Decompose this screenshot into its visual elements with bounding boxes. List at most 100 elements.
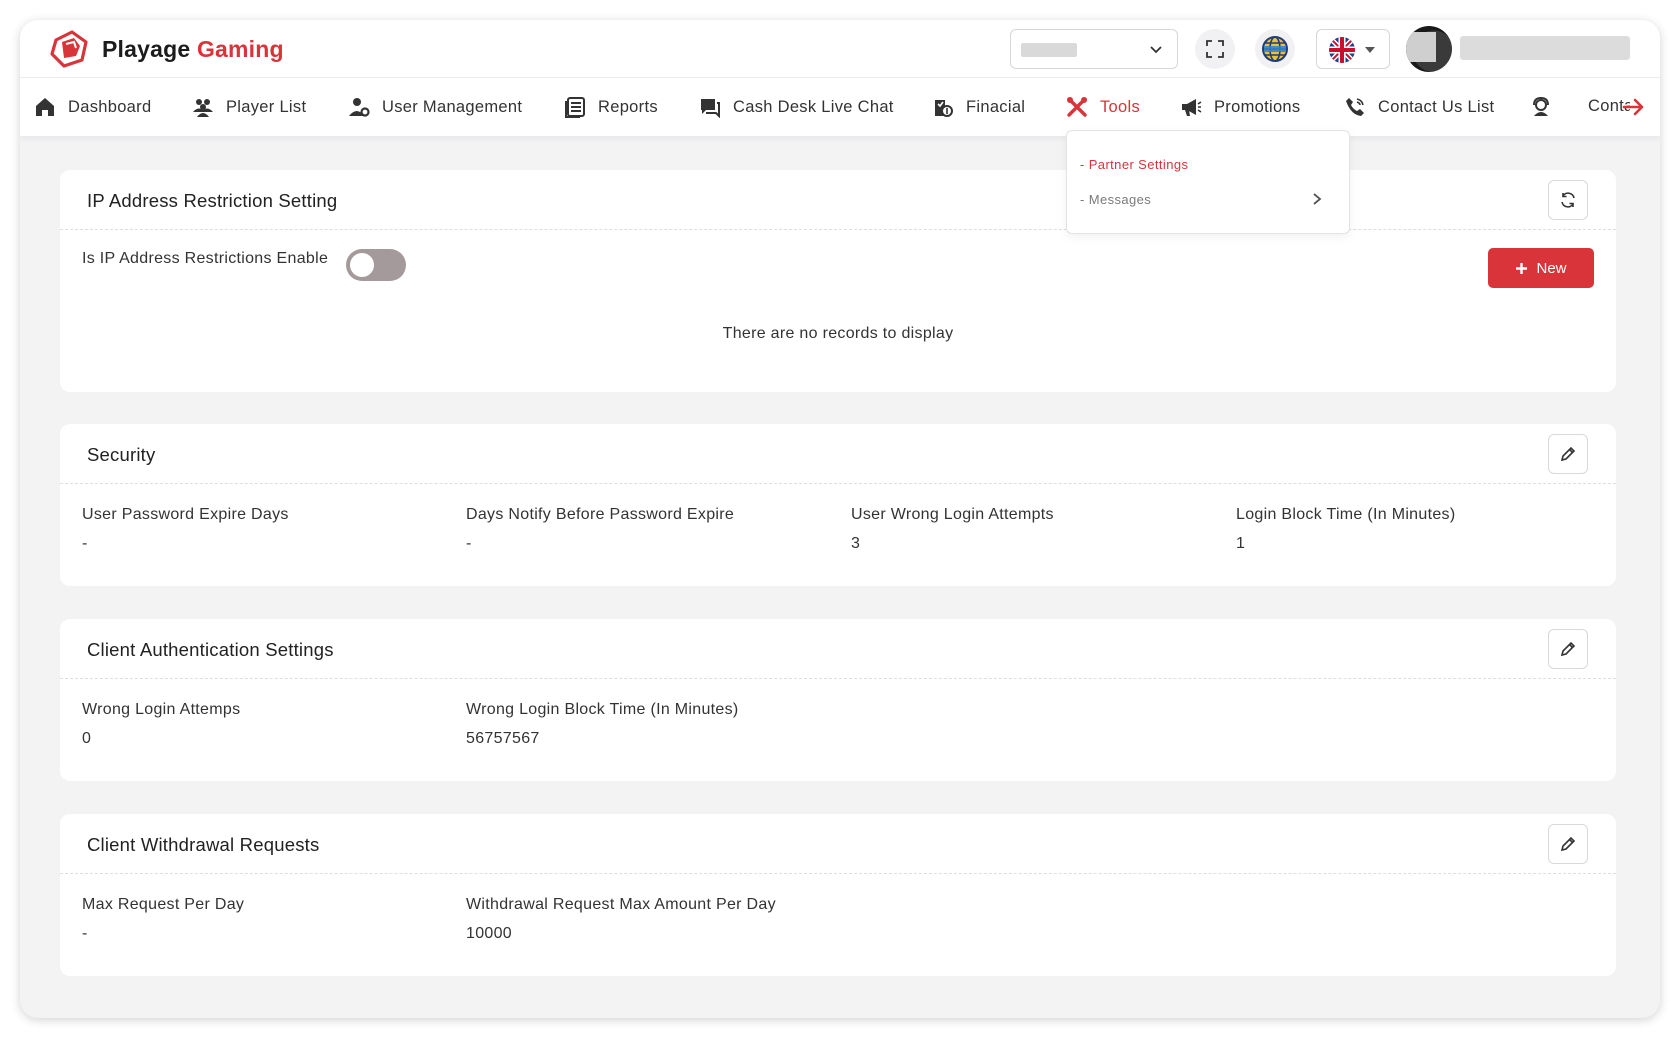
withdrawal-edit-button[interactable] [1548, 824, 1588, 864]
security-field: User Wrong Login Attempts 3 [851, 506, 1054, 553]
nav-promotions-label: Promotions [1214, 97, 1301, 116]
field-label: Withdrawal Request Max Amount Per Day [466, 896, 776, 913]
nav-contact-us-list[interactable]: Contact Us List [1344, 78, 1494, 136]
toggle-knob [350, 253, 374, 277]
finance-icon [935, 100, 953, 117]
caret-down-icon [1365, 47, 1375, 53]
chat-icon [701, 99, 720, 118]
fullscreen-button[interactable] [1195, 29, 1235, 69]
refresh-button[interactable] [1548, 180, 1588, 220]
security-field: Login Block Time (In Minutes) 1 [1236, 506, 1455, 553]
dropdown-messages[interactable]: - Messages [1080, 192, 1151, 207]
field-label: Max Request Per Day [82, 896, 245, 913]
nav-reports-label: Reports [598, 97, 658, 116]
security-card-header: Security [60, 424, 1616, 484]
client-auth-card: Client Authentication Settings Wrong Log… [60, 619, 1616, 781]
plus-icon [1516, 262, 1528, 274]
empty-records-message: There are no records to display [722, 325, 954, 342]
withdrawal-card-title: Client Withdrawal Requests [87, 834, 320, 855]
globe-icon [1262, 36, 1288, 62]
main-nav: Dashboard Player List User Management Re… [20, 78, 1660, 136]
pencil-icon [1560, 446, 1576, 462]
field-value: - [466, 535, 472, 552]
tools-dropdown: - Partner Settings - Messages [1066, 130, 1350, 234]
home-icon [36, 98, 54, 116]
brand-logo[interactable]: Playage Gaming [48, 30, 284, 68]
nav-user-management[interactable]: User Management [348, 78, 522, 136]
security-field: Days Notify Before Password Expire - [466, 506, 734, 553]
brand-name-part2: Gaming [196, 35, 284, 62]
user-gear-icon [349, 98, 370, 117]
globe-button[interactable] [1255, 29, 1295, 69]
avatar[interactable] [1406, 26, 1452, 72]
nav-promotions[interactable]: Promotions [1180, 78, 1300, 136]
brand-name: Playage Gaming [102, 36, 284, 63]
site-select-value [1021, 43, 1077, 57]
field-value: - [82, 535, 88, 552]
client-auth-card-title: Client Authentication Settings [87, 639, 334, 660]
client-auth-field: Wrong Login Attemps 0 [82, 701, 240, 748]
fullscreen-icon [1206, 40, 1224, 58]
security-field: User Password Expire Days - [82, 506, 289, 553]
security-edit-button[interactable] [1548, 434, 1588, 474]
ip-restriction-card: IP Address Restriction Setting Is IP Add… [60, 170, 1616, 392]
language-select[interactable] [1316, 29, 1390, 69]
nav-finacial-label: Finacial [966, 97, 1026, 116]
nav-tools[interactable]: Tools [1066, 78, 1140, 136]
dropdown-partner-settings[interactable]: - Partner Settings [1080, 157, 1188, 172]
nav-cash-desk-live-chat-label: Cash Desk Live Chat [733, 97, 894, 116]
withdrawal-field: Withdrawal Request Max Amount Per Day 10… [466, 896, 776, 943]
field-value: 0 [82, 730, 92, 747]
nav-player-list[interactable]: Player List [192, 78, 306, 136]
ip-card-title: IP Address Restriction Setting [87, 190, 338, 211]
brand-name-part1: Playage [102, 35, 191, 62]
field-label: User Wrong Login Attempts [851, 506, 1054, 523]
withdrawal-card: Client Withdrawal Requests Max Request P… [60, 814, 1616, 976]
new-button[interactable]: New [1488, 248, 1594, 288]
field-label: Days Notify Before Password Expire [466, 506, 735, 523]
user-name[interactable] [1460, 36, 1630, 60]
nav-dashboard-label: Dashboard [68, 97, 152, 116]
logo-mark-icon [50, 30, 88, 68]
client-auth-card-header: Client Authentication Settings [60, 619, 1616, 679]
security-card-title: Security [87, 444, 156, 465]
field-value: - [82, 925, 88, 942]
field-value: 1 [1236, 535, 1246, 552]
chevron-down-icon [1150, 46, 1162, 54]
withdrawal-card-header: Client Withdrawal Requests [60, 814, 1616, 874]
support-icon [1533, 96, 1549, 116]
refresh-icon [1561, 192, 1575, 208]
withdrawal-field: Max Request Per Day - [82, 896, 244, 943]
pencil-icon [1560, 641, 1576, 657]
nav-dashboard[interactable]: Dashboard [34, 78, 151, 136]
nav-reports[interactable]: Reports [564, 78, 658, 136]
app-window: Playage Gaming Dashboard Player List Use… [20, 20, 1660, 1018]
security-card: Security User Password Expire Days - Day… [60, 424, 1616, 586]
tools-icon [1067, 97, 1087, 117]
chevron-right-icon [1313, 193, 1322, 205]
nav-contact-us-list-label: Contact Us List [1378, 97, 1495, 116]
nav-cash-desk-live-chat[interactable]: Cash Desk Live Chat [699, 78, 894, 136]
nav-finacial[interactable]: Finacial [932, 78, 1025, 136]
new-button-label: New [1536, 259, 1567, 277]
site-select[interactable] [1010, 29, 1178, 69]
phone-icon [1346, 98, 1364, 116]
field-label: Wrong Login Block Time (In Minutes) [466, 701, 739, 718]
megaphone-icon [1182, 99, 1202, 116]
ip-restriction-toggle[interactable] [346, 249, 406, 281]
client-auth-field: Wrong Login Block Time (In Minutes) 5675… [466, 701, 739, 748]
nav-contact[interactable]: Conta [1530, 78, 1630, 136]
field-label: Login Block Time (In Minutes) [1236, 506, 1456, 523]
field-value: 10000 [466, 925, 512, 942]
reports-icon [565, 97, 585, 118]
top-header: Playage Gaming [20, 20, 1660, 78]
nav-scroll-right-icon[interactable] [1622, 95, 1646, 119]
field-value: 3 [851, 535, 861, 552]
nav-user-management-label: User Management [382, 97, 523, 116]
client-auth-edit-button[interactable] [1548, 629, 1588, 669]
field-value: 56757567 [466, 730, 540, 747]
uk-flag-icon [1329, 37, 1355, 63]
ip-card-header: IP Address Restriction Setting [60, 170, 1616, 230]
ip-toggle-label: Is IP Address Restrictions Enable [82, 250, 329, 267]
field-label: Wrong Login Attemps [82, 701, 241, 718]
